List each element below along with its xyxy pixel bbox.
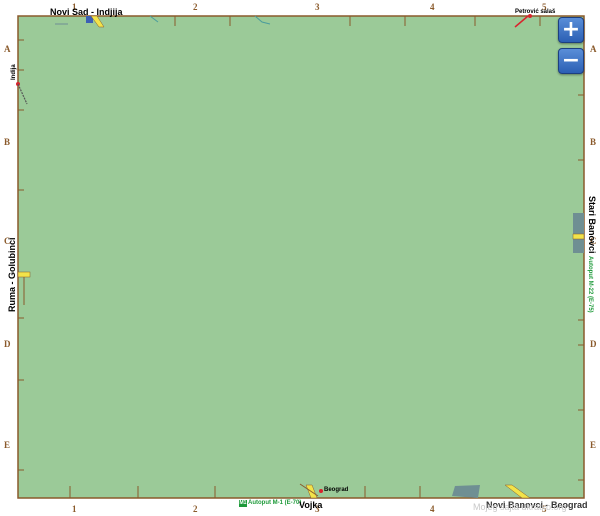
label-beograd-small[interactable]: Beograd bbox=[324, 487, 348, 493]
grid-row-label-b-right: B bbox=[590, 137, 597, 147]
grid-col-label-3: 3 bbox=[315, 2, 320, 12]
grid-row-label-a: A bbox=[4, 44, 11, 54]
zoom-out-button[interactable]: − bbox=[558, 48, 584, 74]
grid-row-label-e-right: E bbox=[590, 440, 597, 450]
grid-row-label-a-right: A bbox=[590, 44, 597, 54]
map-canvas[interactable] bbox=[0, 0, 600, 516]
right-road-stub bbox=[572, 213, 585, 253]
label-stari-banovci[interactable]: Stari Banovci bbox=[587, 196, 597, 254]
label-ruma-golubinci[interactable]: Ruma - Golubinci bbox=[7, 237, 17, 312]
zoom-in-button[interactable]: + bbox=[558, 17, 584, 43]
grid-row-label-d-right: D bbox=[590, 339, 597, 349]
grid-col-label-2: 2 bbox=[193, 2, 198, 12]
grid-col-label-4: 4 bbox=[430, 2, 435, 12]
grid-row-label-e: E bbox=[4, 440, 11, 450]
grid-col-label-2-bottom: 2 bbox=[193, 504, 198, 514]
grid-col-label-1-bottom: 1 bbox=[72, 504, 77, 514]
label-vojka[interactable]: Vojka bbox=[299, 500, 322, 510]
land-area bbox=[17, 15, 585, 499]
label-novi-sad-indjija[interactable]: Novi Sad - Indjija bbox=[50, 7, 123, 17]
label-bottom-autoput: Autoput M-1 (E-70) bbox=[248, 500, 302, 506]
road-badge-m1: M1 bbox=[239, 500, 247, 507]
grid-row-label-b: B bbox=[4, 137, 11, 147]
grid-col-label-4-bottom: 4 bbox=[430, 504, 435, 514]
label-right-autoput: Autoput M-22 (E-75) bbox=[587, 256, 593, 313]
grid-row-label-d: D bbox=[4, 339, 11, 349]
label-petrovic-salas[interactable]: Petrović salaš bbox=[515, 9, 555, 15]
watermark: Mojeg sajta ukratko.org bbox=[473, 502, 567, 512]
label-indija[interactable]: Indija bbox=[11, 64, 17, 80]
